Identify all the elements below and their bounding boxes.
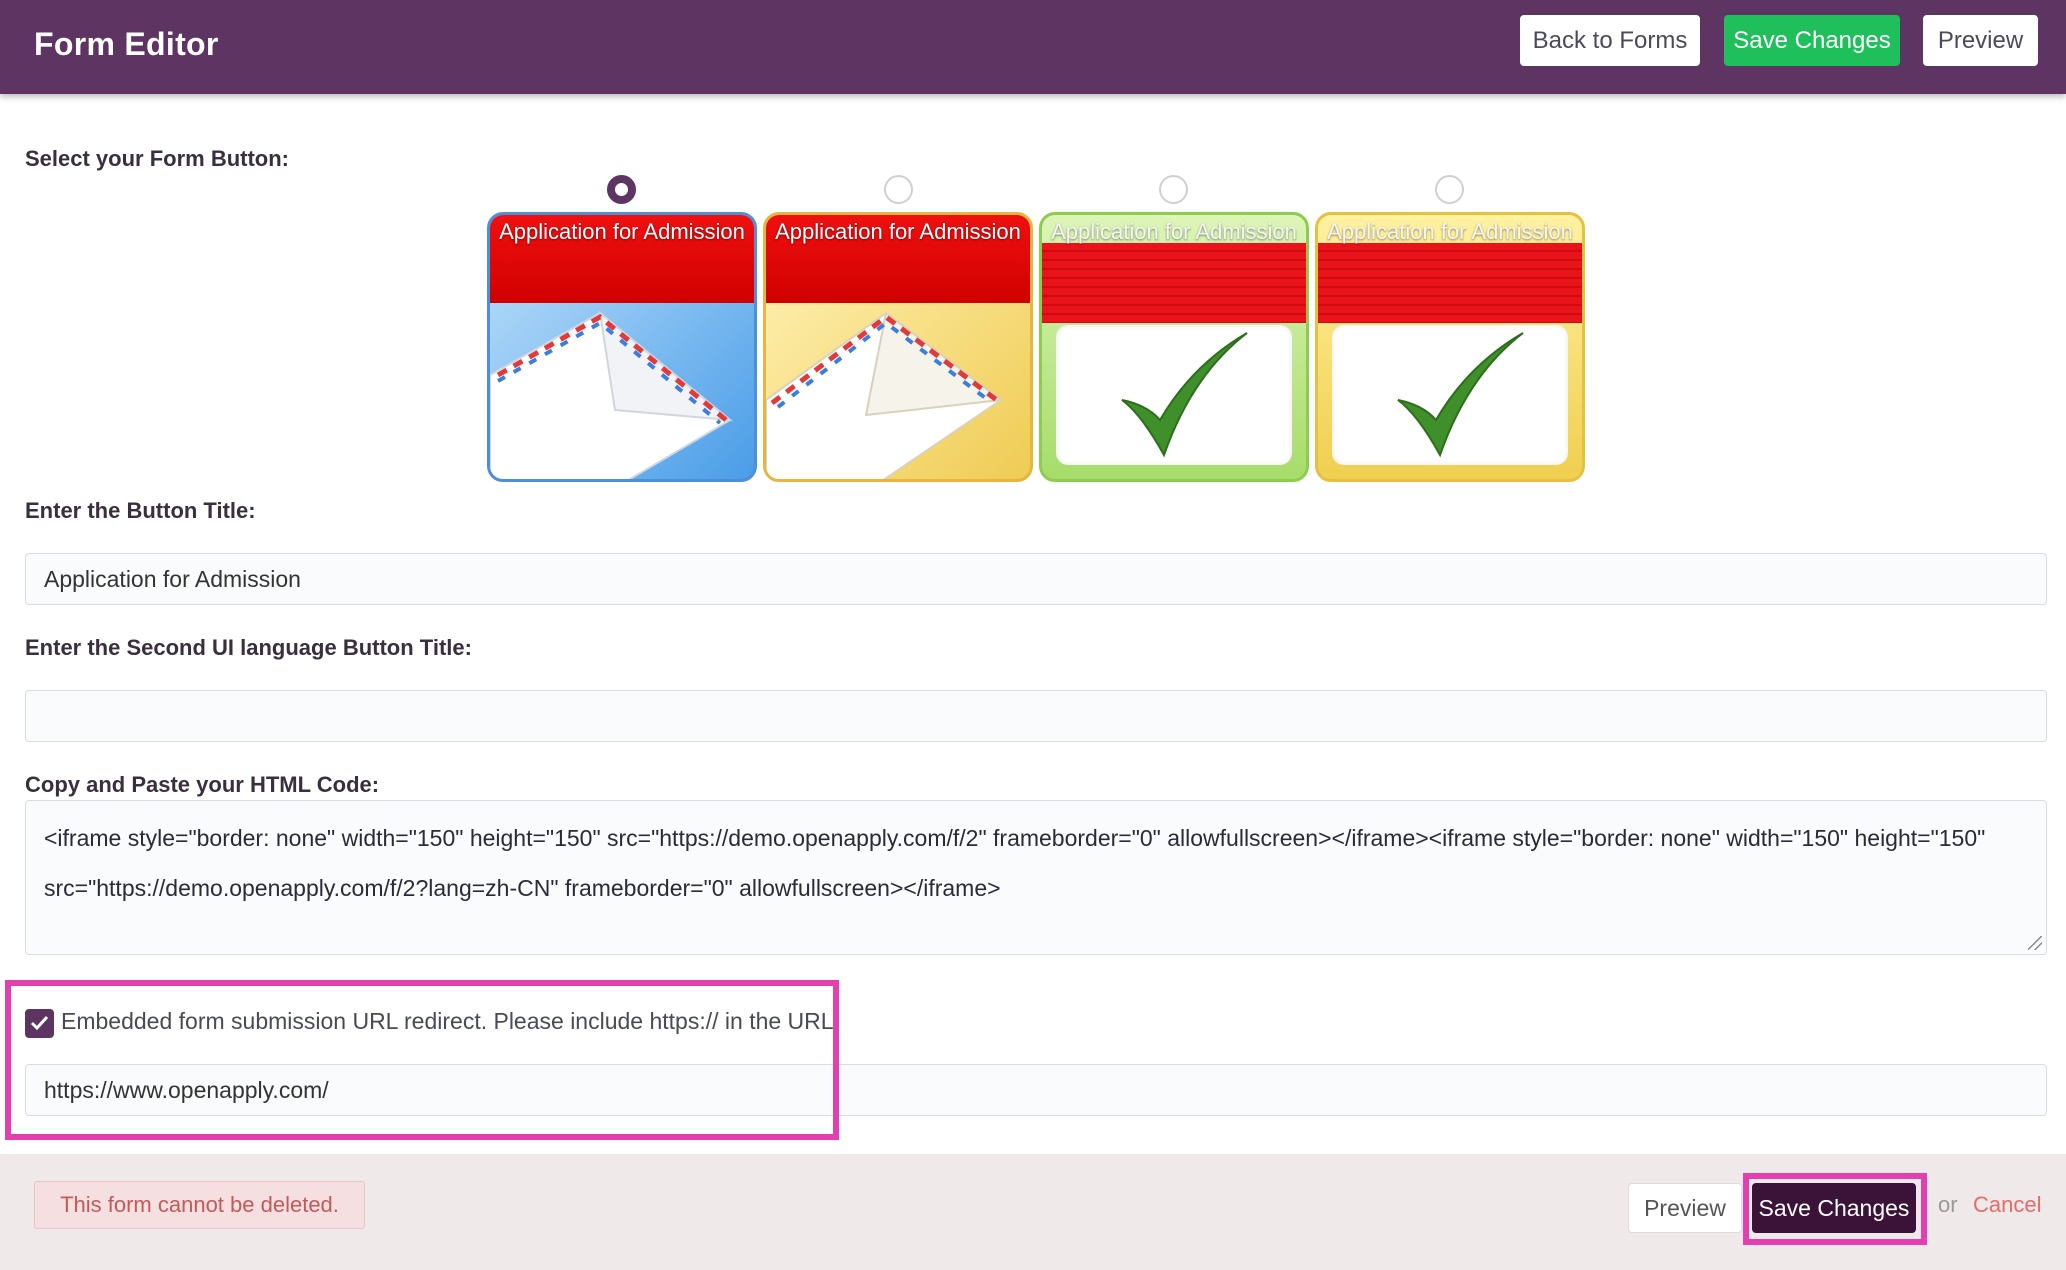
header-preview-button[interactable]: Preview [1923, 15, 2038, 66]
form-button-radio-2[interactable] [884, 175, 913, 204]
form-button-option-yellow-envelope[interactable]: Application for Admission [763, 212, 1033, 482]
resize-handle-icon[interactable] [2028, 936, 2042, 950]
button-title-label: Enter the Button Title: [25, 498, 256, 523]
page-title: Form Editor [34, 26, 219, 62]
checkmark-icon [1397, 332, 1524, 458]
second-title-input[interactable] [25, 690, 2047, 742]
html-code-label: Copy and Paste your HTML Code: [25, 772, 380, 797]
cancel-link[interactable]: Cancel [1973, 1192, 2041, 1218]
form-button-option-gold-checkmark[interactable]: Application for Admission [1315, 212, 1585, 482]
footer-preview-button[interactable]: Preview [1628, 1183, 1742, 1233]
button-title-input[interactable] [25, 553, 2047, 605]
form-button-label: Select your Form Button: [25, 146, 290, 171]
second-title-label: Enter the Second UI language Button Titl… [25, 635, 472, 660]
envelope-icon [766, 311, 1004, 479]
highlight-redirect-section [5, 980, 839, 1140]
html-code-text: <iframe style="border: none" width="150"… [44, 825, 1986, 901]
top-bar: Form Editor Back to Forms Save Changes P… [0, 0, 2066, 94]
header-save-changes-button[interactable]: Save Changes [1724, 15, 1900, 66]
checkmark-icon [1121, 332, 1248, 458]
cannot-delete-alert: This form cannot be deleted. [34, 1181, 365, 1229]
form-button-radio-4[interactable] [1435, 175, 1464, 204]
form-button-option-blue-envelope[interactable]: Application for Admission [487, 212, 757, 482]
highlight-save-button [1743, 1173, 1927, 1245]
form-button-option-green-checkmark[interactable]: Application for Admission [1039, 212, 1309, 482]
back-to-forms-button[interactable]: Back to Forms [1520, 15, 1700, 66]
envelope-icon [490, 310, 734, 479]
or-text: or [1938, 1192, 1958, 1217]
form-button-radio-3[interactable] [1159, 175, 1188, 204]
html-code-textarea[interactable]: <iframe style="border: none" width="150"… [25, 800, 2047, 955]
form-button-radio-1[interactable] [607, 175, 636, 204]
